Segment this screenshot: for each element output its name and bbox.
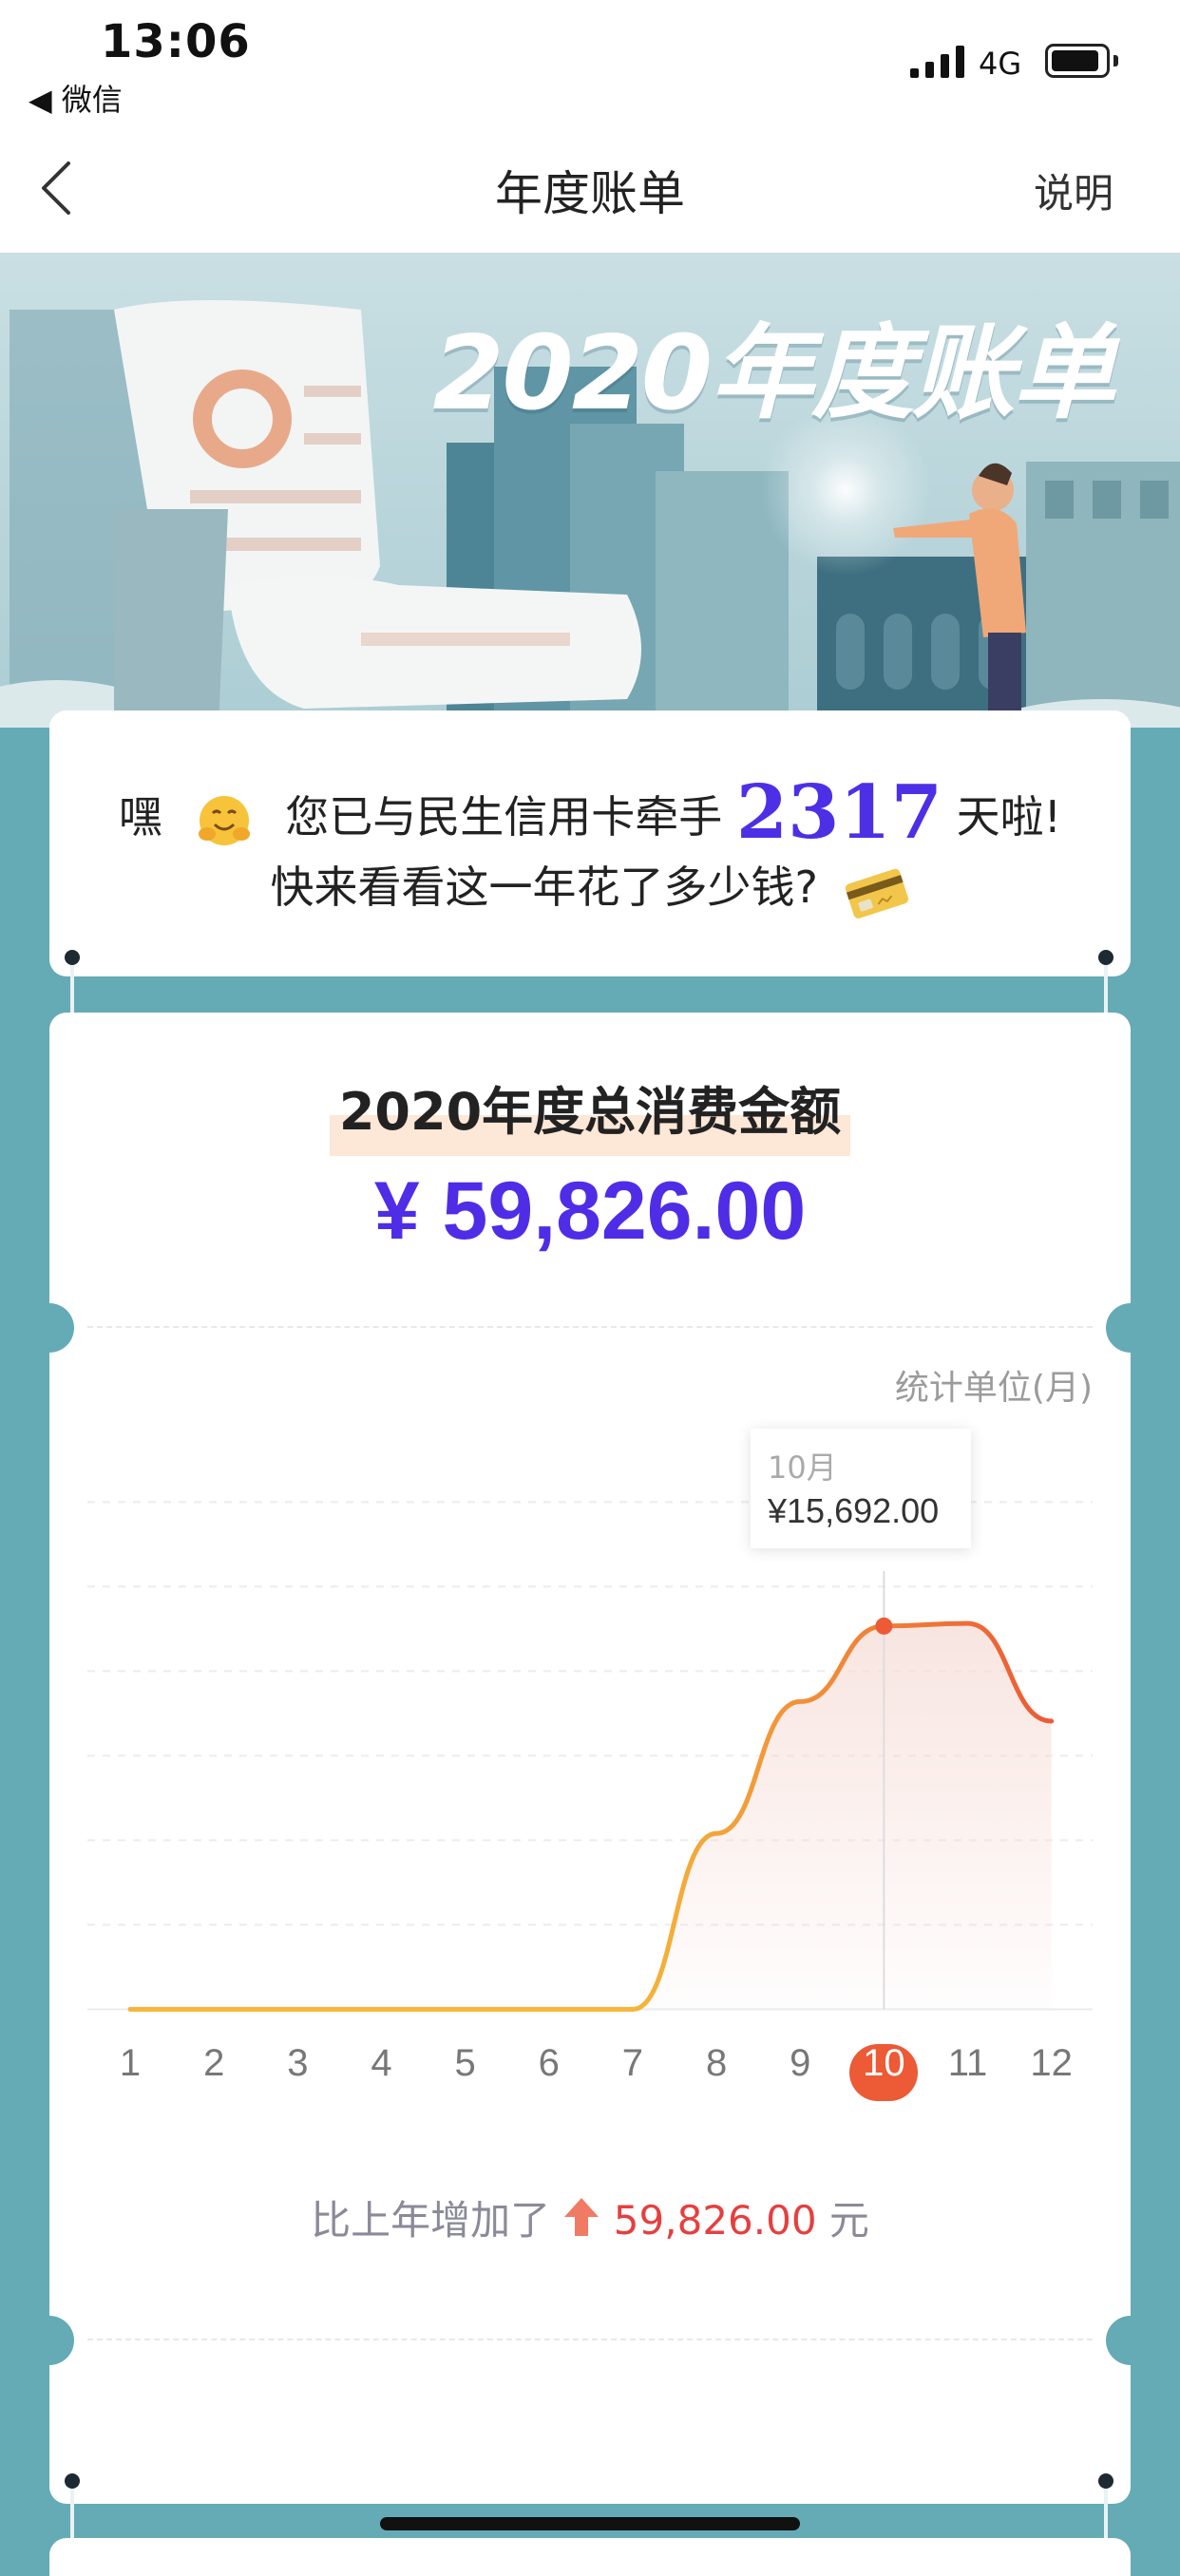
- banner: 2020年度账单: [0, 253, 1180, 785]
- tooltip-month: 10月: [768, 1444, 837, 1487]
- greeting-suffix: 天啦!: [957, 791, 1061, 843]
- x-tick-month-8[interactable]: 8: [678, 2042, 754, 2085]
- greeting-line-1: 嘿 您已与民生信用卡牵手 2317 天啦!: [49, 769, 1131, 856]
- greeting-card: 嘿 您已与民生信用卡牵手 2317 天啦! 快来看看这一年花了多少钱?: [49, 710, 1131, 976]
- help-button[interactable]: 说明: [1034, 161, 1113, 219]
- pin: [1098, 2473, 1113, 2489]
- compare-amount: 59,826.00: [614, 2197, 817, 2244]
- x-tick-month-9[interactable]: 9: [762, 2042, 838, 2085]
- signal-icon: [910, 46, 965, 78]
- summary-card: 2020年度总消费金额 ¥ 59,826.00 统计单位(月) 10月 ¥15,…: [49, 1013, 1131, 2504]
- nav-bar: 年度账单 说明: [0, 123, 1180, 254]
- battery-icon: [1045, 44, 1110, 78]
- greeting-line-2: 快来看看这一年花了多少钱?: [49, 853, 1131, 919]
- spend-area: [130, 1623, 1052, 2009]
- back-to-wechat-link[interactable]: ◀ 微信: [29, 76, 123, 120]
- monthly-spend-chart[interactable]: [49, 1013, 1131, 2114]
- data-point-month-10[interactable]: [875, 1618, 892, 1635]
- compare-prefix: 比上年增加了: [311, 2197, 550, 2244]
- pin: [65, 2473, 80, 2489]
- x-tick-month-12[interactable]: 12: [1014, 2042, 1090, 2085]
- x-tick-month-2[interactable]: 2: [176, 2042, 252, 2085]
- page-title: 年度账单: [0, 156, 1180, 224]
- battery-tip: [1113, 55, 1118, 66]
- card-notch-right: [1106, 2316, 1155, 2365]
- greeting-question: 快来看看这一年花了多少钱?: [270, 862, 817, 913]
- pin: [65, 950, 80, 965]
- status-bar: 13:06 ◀ 微信 4G: [0, 0, 1180, 123]
- x-tick-month-5[interactable]: 5: [428, 2042, 504, 2085]
- tooltip-value: ¥15,692.00: [768, 1491, 939, 1531]
- x-tick-month-4[interactable]: 4: [343, 2042, 419, 2085]
- x-tick-month-11[interactable]: 11: [930, 2042, 1006, 2085]
- hug-emoji-icon: [196, 792, 253, 849]
- credit-card-emoji-icon: [842, 862, 910, 919]
- greeting-prefix: 嘿: [119, 791, 162, 843]
- home-indicator[interactable]: [380, 2517, 800, 2530]
- x-tick-month-3[interactable]: 3: [259, 2042, 335, 2085]
- x-tick-month-10[interactable]: 10: [846, 2042, 922, 2085]
- x-tick-month-7[interactable]: 7: [595, 2042, 671, 2085]
- increase-arrow-icon: [562, 2196, 600, 2238]
- next-card-edge: [49, 2538, 1131, 2576]
- banner-title: 2020年度账单: [432, 291, 1113, 439]
- x-tick-month-1[interactable]: 1: [92, 2042, 168, 2085]
- days-count: 2317: [736, 769, 942, 856]
- chart-tooltip: 10月 ¥15,692.00: [751, 1429, 971, 1548]
- divider: [87, 2339, 1093, 2340]
- card-notch-left: [25, 2316, 74, 2365]
- compare-suffix: 元: [829, 2197, 869, 2244]
- x-tick-month-6[interactable]: 6: [511, 2042, 587, 2085]
- status-time: 13:06: [101, 15, 251, 68]
- network-type: 4G: [979, 46, 1021, 82]
- pin: [1098, 950, 1113, 965]
- greeting-middle: 您已与民生信用卡牵手: [285, 791, 722, 843]
- year-compare: 比上年增加了 59,826.00 元: [49, 2188, 1131, 2246]
